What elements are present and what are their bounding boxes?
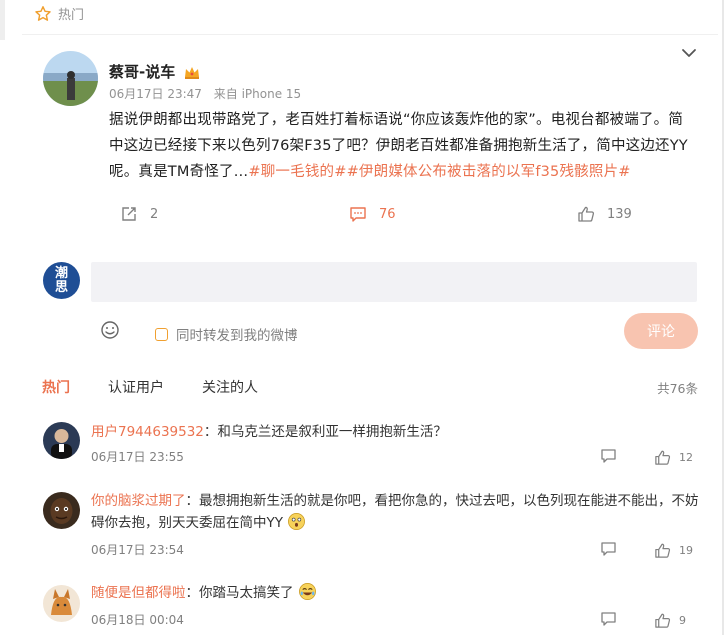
post-meta: 06月17日 23:47 来自 iPhone 15 [109,85,301,102]
author-avatar[interactable] [43,51,98,106]
commenter-name[interactable]: 用户7944639532 [91,424,204,440]
checkbox-box[interactable] [155,327,168,341]
comment-like-count: 19 [679,544,693,557]
reply-icon[interactable] [600,447,617,464]
like-button[interactable]: 139 [577,205,632,223]
comment-time: 06月17日 23:55 [91,450,184,464]
forward-button[interactable]: 2 [120,205,158,223]
tab-hot[interactable]: 热门 [42,377,70,397]
comment-content: ：和乌克兰还是叙利亚一样拥抱新生活？ [203,424,447,440]
submit-comment-button[interactable]: 评论 [624,313,698,349]
comment-like-button[interactable]: 12 [654,449,693,466]
section-label: 热门 [58,8,85,23]
author-name[interactable]: 蔡哥-说车 [109,61,175,82]
like-icon [655,613,671,628]
comment-like-count: 9 [679,614,686,627]
hashtag-2[interactable]: #伊朗媒体公布被击落的以军f35残骸照片# [347,164,631,180]
comment-tabs: 热门 认证用户 关注的人 [42,377,296,397]
comment-like-button[interactable]: 19 [654,542,693,559]
chevron-down-icon[interactable] [680,44,698,62]
reply-icon[interactable] [600,610,617,627]
post-author: 蔡哥-说车 [109,61,201,82]
divider [22,34,718,35]
fire-icon [35,5,51,21]
tab-following[interactable]: 关注的人 [202,377,258,397]
like-icon [578,206,595,222]
comment-content: ：你踏马太搞笑了 [185,585,294,601]
post-time[interactable]: 06月17日 23:47 [109,87,202,101]
like-icon [655,450,671,465]
comment-text: 随便是但都得啦：你踏马太搞笑了 [91,582,699,604]
like-icon [655,543,671,558]
post-text: 据说伊朗都出现带路党了，老百姓打着标语说“你应该轰炸他的家”。电视台都被端了。简… [109,107,694,185]
reply-icon[interactable] [600,540,617,557]
comment-like-count: 12 [679,451,693,464]
comment-button[interactable]: 76 [349,205,396,223]
laughing-emoji [298,583,316,600]
commenter-avatar[interactable] [43,422,80,459]
comment-icon [350,207,366,222]
commenter-name[interactable]: 你的脑浆过期了 [91,493,186,509]
like-count: 139 [607,206,632,222]
crown-icon [185,66,200,79]
comment-time: 06月17日 23:54 [91,543,184,557]
post-source: 来自 iPhone 15 [213,87,302,101]
tab-verified-users[interactable]: 认证用户 [108,377,164,397]
hashtag-1[interactable]: #聊一毛钱的# [248,164,346,180]
hot-header: 热门 [34,4,84,23]
post-actions: 2 76 139 [0,205,724,225]
comment-time: 06月18日 00:04 [91,613,184,627]
commenter-avatar[interactable] [43,585,80,622]
commenter-name[interactable]: 随便是但都得啦 [91,585,186,601]
commenter-avatar[interactable] [43,492,80,529]
forward-count: 2 [150,206,159,222]
comment-text: 你的脑浆过期了：最想拥抱新生活的就是你吧，看把你急的，快过去吧，以色列现在能进不… [91,490,699,534]
forward-checkbox[interactable]: 同时转发到我的微博 [155,324,298,344]
surprised-emoji [288,513,306,530]
comment-like-button[interactable]: 9 [654,612,686,629]
comment-input[interactable] [91,262,697,302]
forward-label: 同时转发到我的微博 [176,328,298,344]
comment-text: 用户7944639532：和乌克兰还是叙利亚一样拥抱新生活？ [91,421,699,443]
forward-icon [122,207,136,221]
emoji-icon[interactable] [100,320,120,340]
comment-count: 76 [379,206,396,222]
my-avatar[interactable]: 潮思 [43,262,80,299]
my-avatar-text: 潮思 [54,265,68,295]
comment-total: 共76条 [657,381,698,396]
left-rule [0,0,5,40]
